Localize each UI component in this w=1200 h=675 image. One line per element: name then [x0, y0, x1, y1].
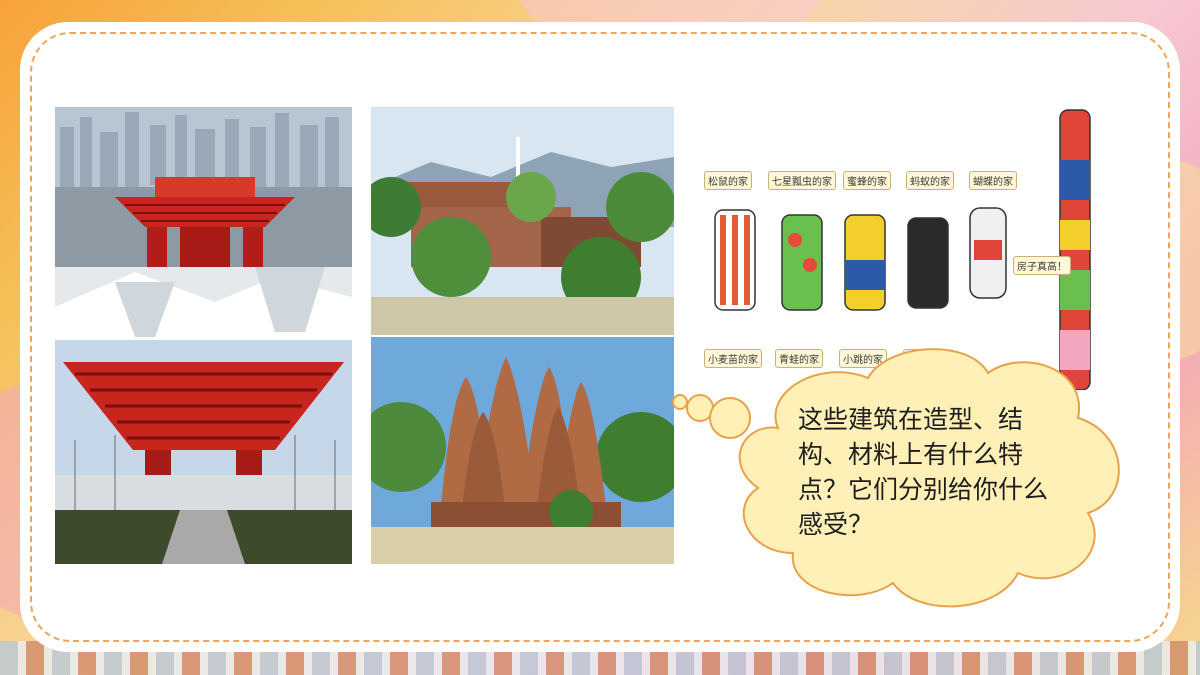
label-ant-home: 蚂蚁的家: [906, 171, 954, 190]
label-squirrel-home: 松鼠的家: [704, 171, 752, 190]
china-pavilion-aerial-photo: [55, 107, 352, 337]
label-ladybug-home: 七星瓢虫的家: [768, 171, 836, 190]
china-pavilion-front-photo: [55, 340, 352, 564]
label-bee-home: 蜜蜂的家: [843, 171, 891, 190]
brick-kilns-photo: [371, 337, 674, 564]
question-text: 这些建筑在造型、结构、材料上有什么特点？它们分别给你什么感受？: [798, 405, 1049, 539]
label-butterfly-home: 蝴蝶的家: [969, 171, 1017, 190]
label-tall-house: 房子真高！: [1013, 256, 1071, 275]
village-houses-photo: [371, 107, 674, 335]
